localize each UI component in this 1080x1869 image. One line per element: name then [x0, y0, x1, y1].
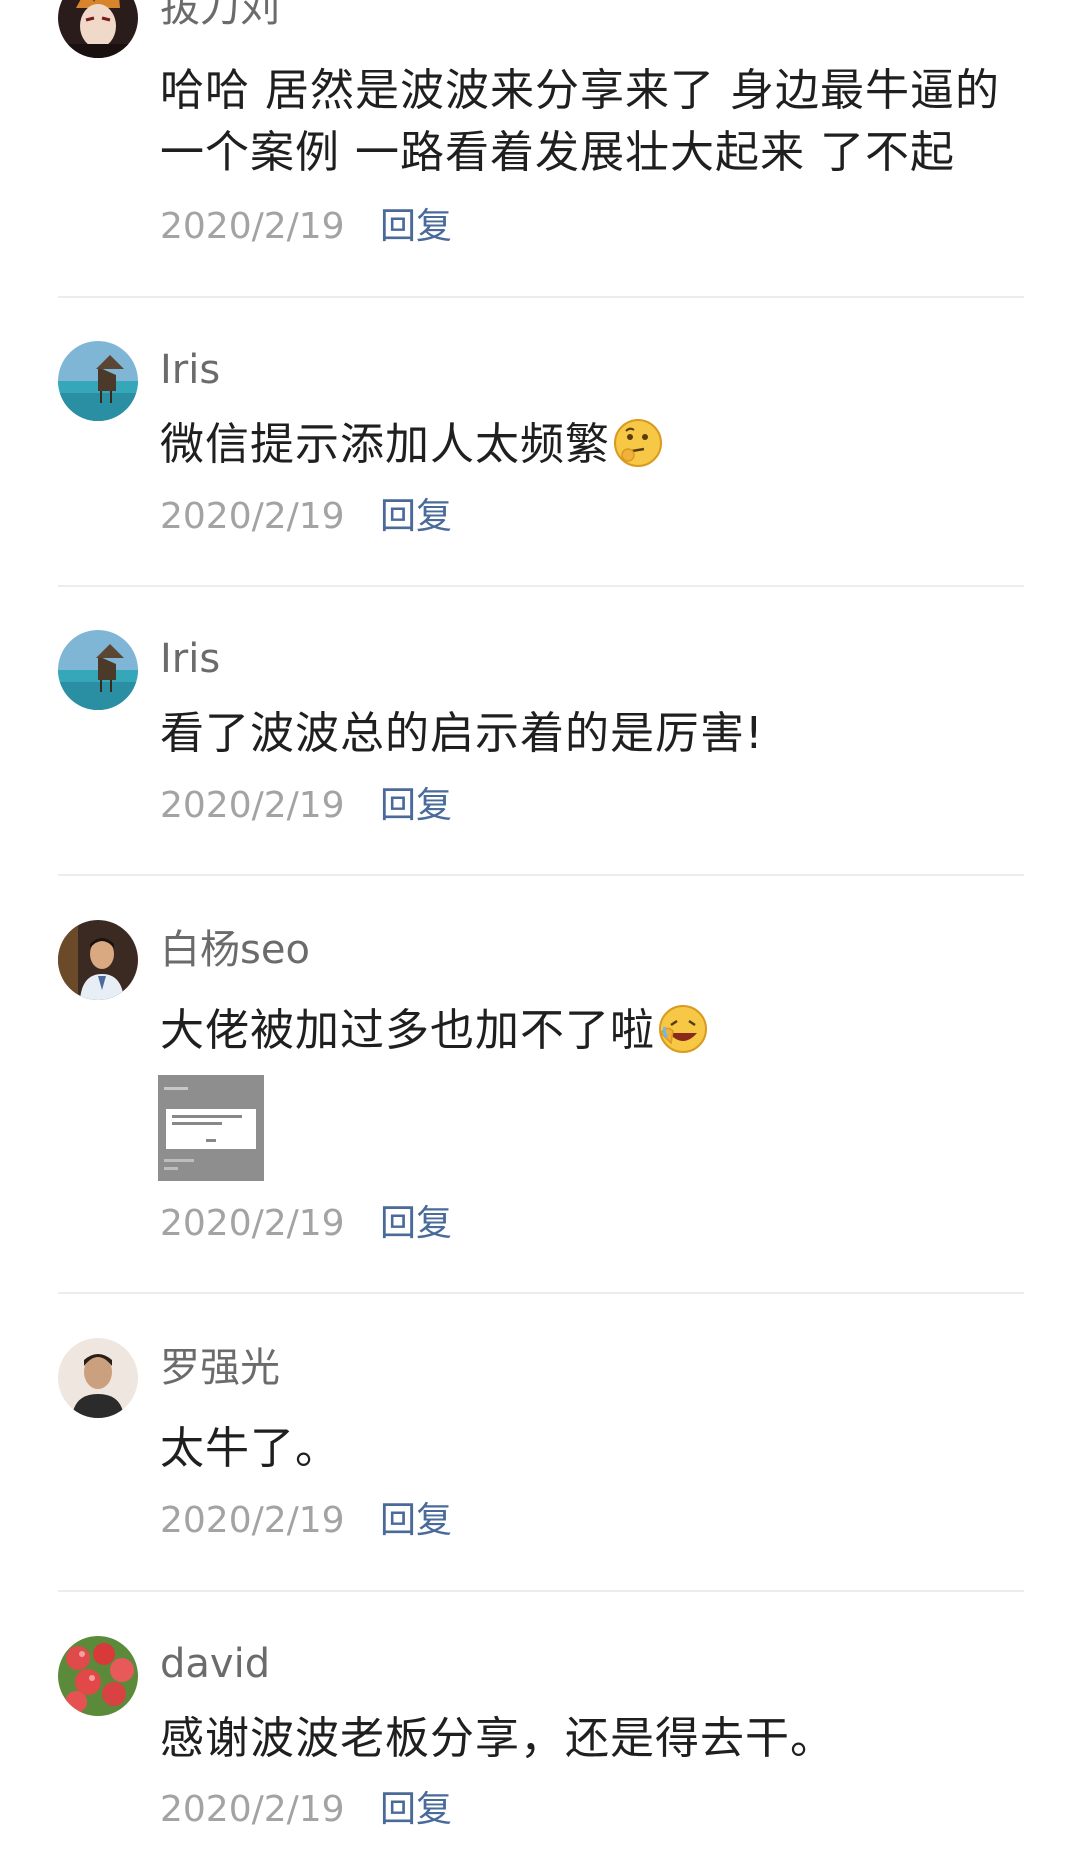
avatar[interactable] — [58, 1636, 138, 1716]
divider — [58, 1590, 1024, 1592]
avatar[interactable] — [58, 1338, 138, 1418]
divider — [58, 1292, 1024, 1294]
divider — [58, 585, 1024, 587]
avatar[interactable] — [58, 0, 138, 58]
comment-date: 2020/2/19 — [160, 785, 345, 826]
username[interactable]: Iris — [160, 346, 220, 394]
comment-text: 微信提示添加人太频繁 — [160, 414, 1040, 476]
attached-screenshot-thumbnail[interactable] — [158, 1075, 264, 1181]
comment-date: 2020/2/19 — [160, 1203, 345, 1244]
thinking-face-emoji-icon — [614, 419, 662, 467]
comment-meta: 2020/2/19 回复 — [160, 784, 452, 828]
reply-button[interactable]: 回复 — [380, 205, 452, 249]
laughing-face-emoji-icon — [659, 1005, 707, 1053]
username[interactable]: david — [160, 1640, 270, 1688]
comment-date: 2020/2/19 — [160, 1789, 345, 1830]
divider — [58, 296, 1024, 298]
username[interactable]: 白杨seo — [160, 926, 310, 974]
username[interactable]: Iris — [160, 635, 220, 683]
comment-text: 哈哈 居然是波波来分享来了 身边最牛逼的一个案例 一路看着发展壮大起来 了不起 — [160, 65, 1000, 178]
reply-button[interactable]: 回复 — [380, 1202, 452, 1246]
comment-meta: 2020/2/19 回复 — [160, 1788, 452, 1832]
username[interactable]: 拔刀刘 — [160, 0, 280, 32]
comment-meta: 2020/2/19 回复 — [160, 205, 452, 249]
comment-date: 2020/2/19 — [160, 206, 345, 247]
avatar[interactable] — [58, 920, 138, 1000]
avatar[interactable] — [58, 341, 138, 421]
comment-text-value: 微信提示添加人太频繁 — [160, 419, 610, 470]
comment-text: 大佬被加过多也加不了啦 — [160, 1000, 1040, 1062]
username[interactable]: 罗强光 — [160, 1344, 280, 1392]
reply-button[interactable]: 回复 — [380, 1499, 452, 1543]
divider — [58, 874, 1024, 876]
comment-text: 太牛了。 — [160, 1423, 340, 1474]
comment-date: 2020/2/19 — [160, 496, 345, 537]
comment-meta: 2020/2/19 回复 — [160, 1202, 452, 1246]
reply-button[interactable]: 回复 — [380, 1788, 452, 1832]
reply-button[interactable]: 回复 — [380, 495, 452, 539]
reply-button[interactable]: 回复 — [380, 784, 452, 828]
comment-text: 感谢波波老板分享，还是得去干。 — [160, 1713, 835, 1764]
avatar[interactable] — [58, 630, 138, 710]
comment-meta: 2020/2/19 回复 — [160, 495, 452, 539]
comment-meta: 2020/2/19 回复 — [160, 1499, 452, 1543]
comment-date: 2020/2/19 — [160, 1500, 345, 1541]
comment-text-value: 大佬被加过多也加不了啦 — [160, 1005, 655, 1056]
comment-text: 看了波波总的启示着的是厉害! — [160, 708, 764, 759]
